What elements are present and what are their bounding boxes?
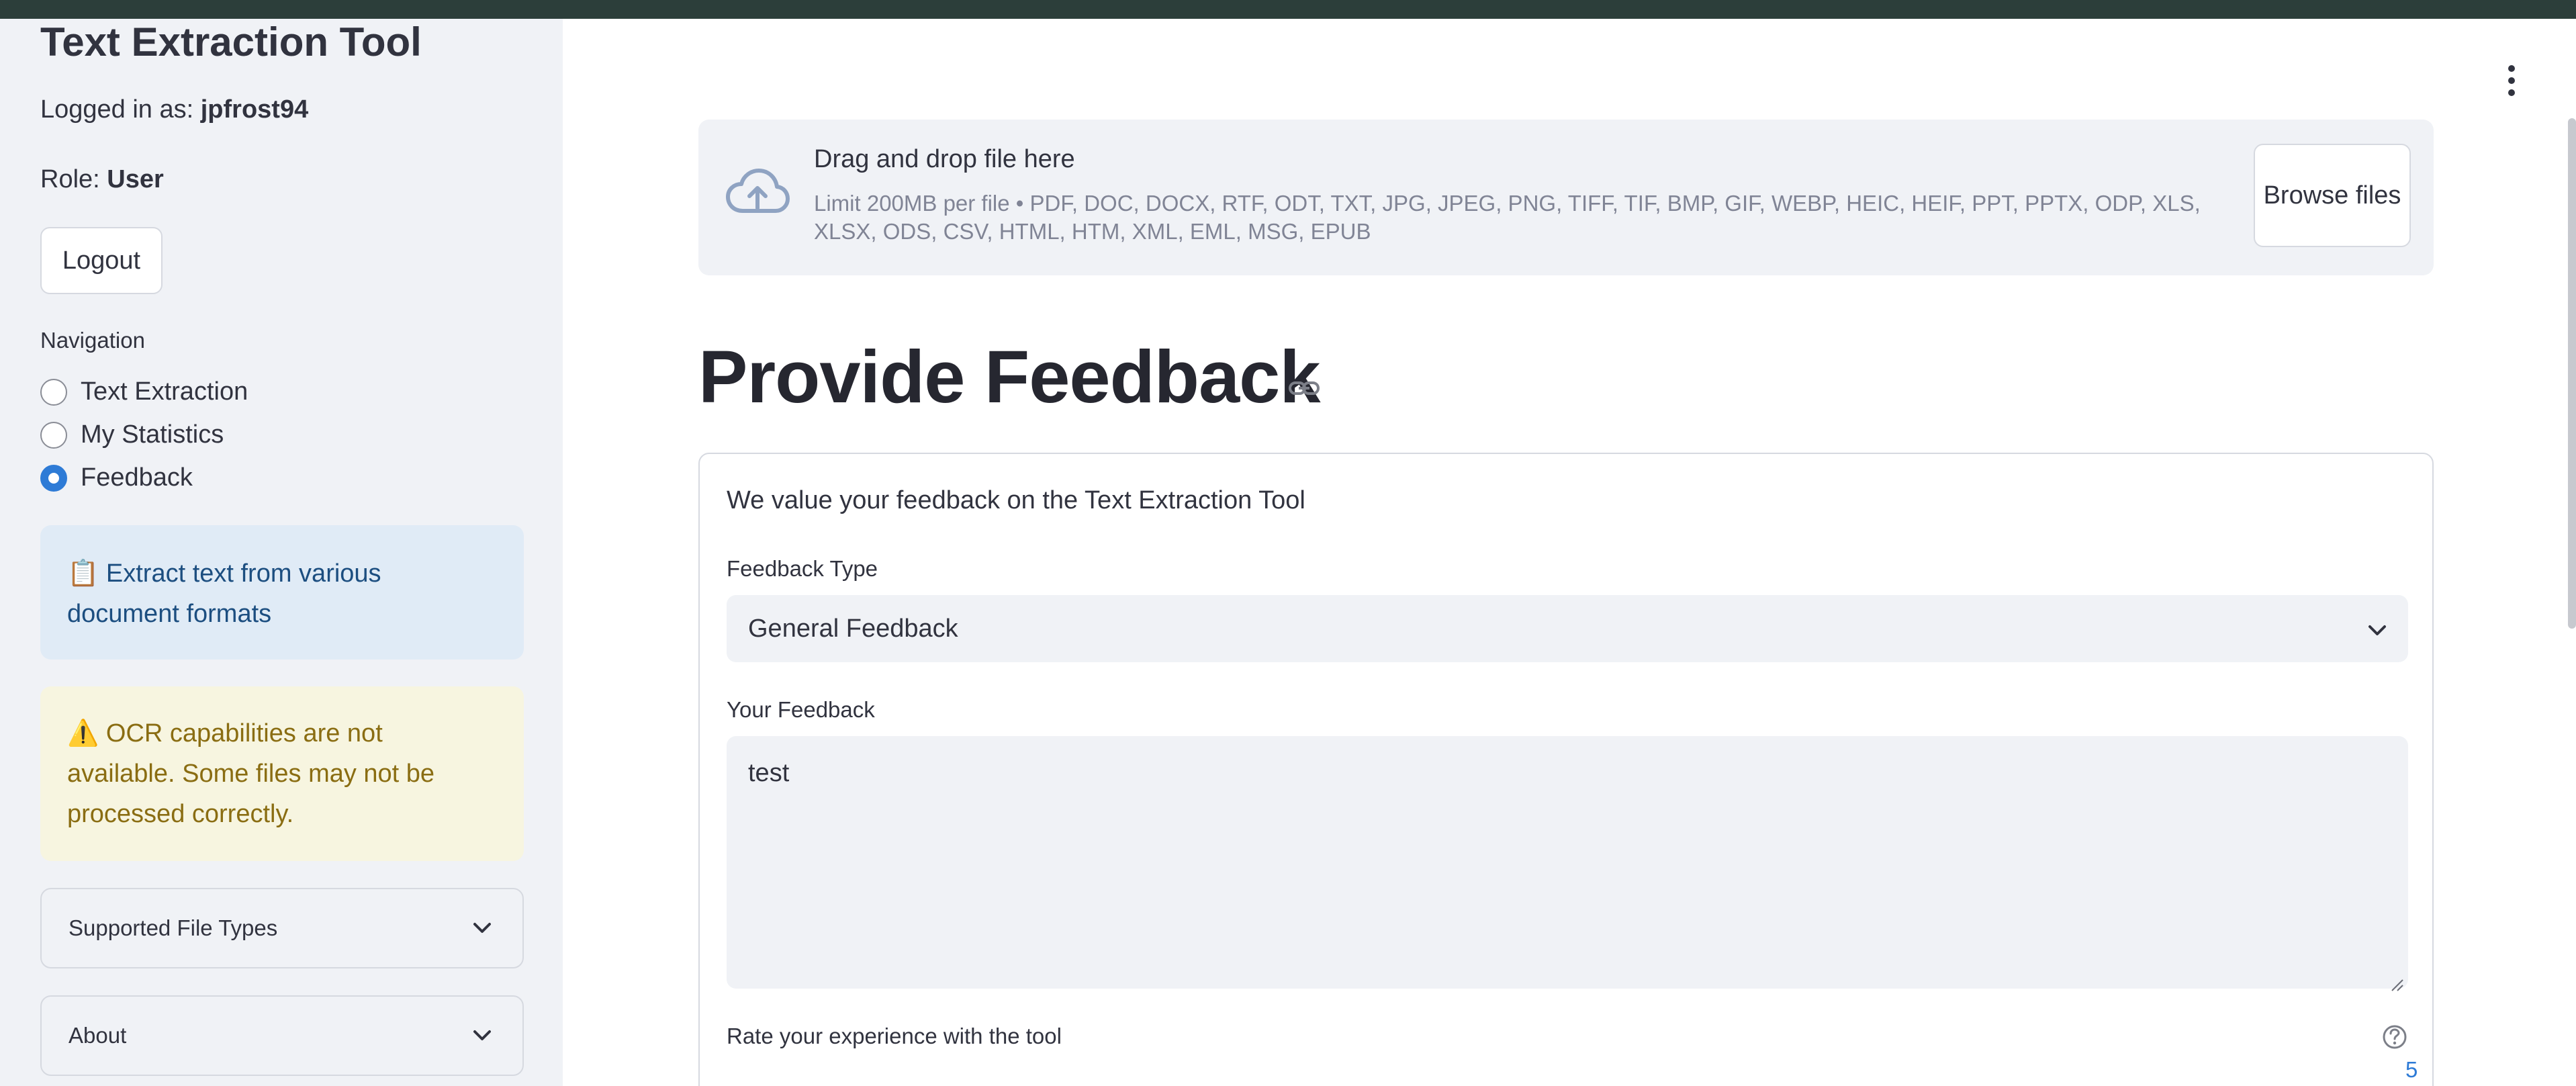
expander-supported-file-types[interactable]: Supported File Types: [40, 888, 524, 968]
role-value: User: [107, 165, 164, 193]
your-feedback-label: Your Feedback: [727, 697, 875, 722]
logged-in-line: Logged in as: jpfrost94: [40, 95, 308, 124]
nav-radio-label: Feedback: [81, 463, 193, 492]
nav-radio-text-extraction[interactable]: Text Extraction: [40, 377, 248, 406]
role-label: Role:: [40, 165, 100, 193]
app-title: Text Extraction Tool: [40, 19, 422, 64]
chevron-down-icon: [469, 1022, 496, 1049]
chevron-down-icon: [2368, 615, 2387, 643]
browse-files-button[interactable]: Browse files: [2254, 144, 2411, 247]
nav-radio-feedback[interactable]: Feedback: [40, 463, 193, 492]
dropzone-limit-text: Limit 200MB per file • PDF, DOC, DOCX, R…: [814, 191, 2201, 244]
sidebar: Text Extraction Tool Logged in as: jpfro…: [0, 19, 563, 1086]
radio-icon[interactable]: [40, 421, 67, 449]
page-title: Provide Feedback: [698, 336, 1320, 418]
username: jpfrost94: [200, 95, 309, 124]
nav-radio-label: Text Extraction: [81, 377, 248, 406]
help-icon[interactable]: [2381, 1024, 2408, 1050]
dropzone-title: Drag and drop file here: [814, 145, 1075, 173]
feedback-form: We value your feedback on the Text Extra…: [698, 453, 2434, 1086]
logged-in-label: Logged in as:: [40, 95, 194, 124]
warning-text: OCR capabilities are not available. Some…: [67, 719, 435, 828]
logout-button[interactable]: Logout: [40, 227, 163, 294]
resize-handle-icon[interactable]: [2389, 970, 2404, 991]
radio-selected-icon[interactable]: [40, 464, 67, 492]
role-line: Role: User: [40, 165, 164, 194]
file-dropzone[interactable]: Drag and drop file here Limit 200MB per …: [698, 120, 2434, 275]
rating-slider-value: 5: [2405, 1057, 2418, 1082]
nav-radio-my-statistics[interactable]: My Statistics: [40, 420, 224, 449]
radio-icon[interactable]: [40, 378, 67, 406]
expander-label: Supported File Types: [68, 915, 278, 940]
navigation-label: Navigation: [40, 328, 145, 353]
feedback-textarea[interactable]: test: [727, 736, 2408, 991]
feedback-type-select[interactable]: General Feedback: [727, 595, 2408, 662]
warning-alert: ⚠️ OCR capabilities are not available. S…: [40, 686, 524, 861]
rating-label: Rate your experience with the tool: [727, 1024, 1062, 1048]
feedback-type-value: General Feedback: [748, 614, 958, 643]
warning-icon: ⚠️: [67, 719, 99, 748]
cloud-upload-icon: [725, 167, 790, 220]
link-icon[interactable]: [1288, 373, 1320, 403]
expander-about[interactable]: About: [40, 995, 524, 1076]
info-text: Extract text from various document forma…: [67, 559, 381, 628]
clipboard-icon: 📋: [67, 559, 99, 588]
top-decoration-bar: [0, 0, 2576, 19]
chevron-down-icon: [469, 915, 496, 942]
feedback-text-value: test: [748, 759, 790, 787]
form-intro-text: We value your feedback on the Text Extra…: [727, 486, 1305, 514]
page-scrollbar[interactable]: [2568, 118, 2576, 629]
feedback-type-label: Feedback Type: [727, 556, 878, 581]
info-alert: 📋 Extract text from various document for…: [40, 525, 524, 660]
more-options-icon[interactable]: [2498, 62, 2525, 99]
expander-label: About: [68, 1023, 127, 1048]
nav-radio-label: My Statistics: [81, 420, 224, 449]
